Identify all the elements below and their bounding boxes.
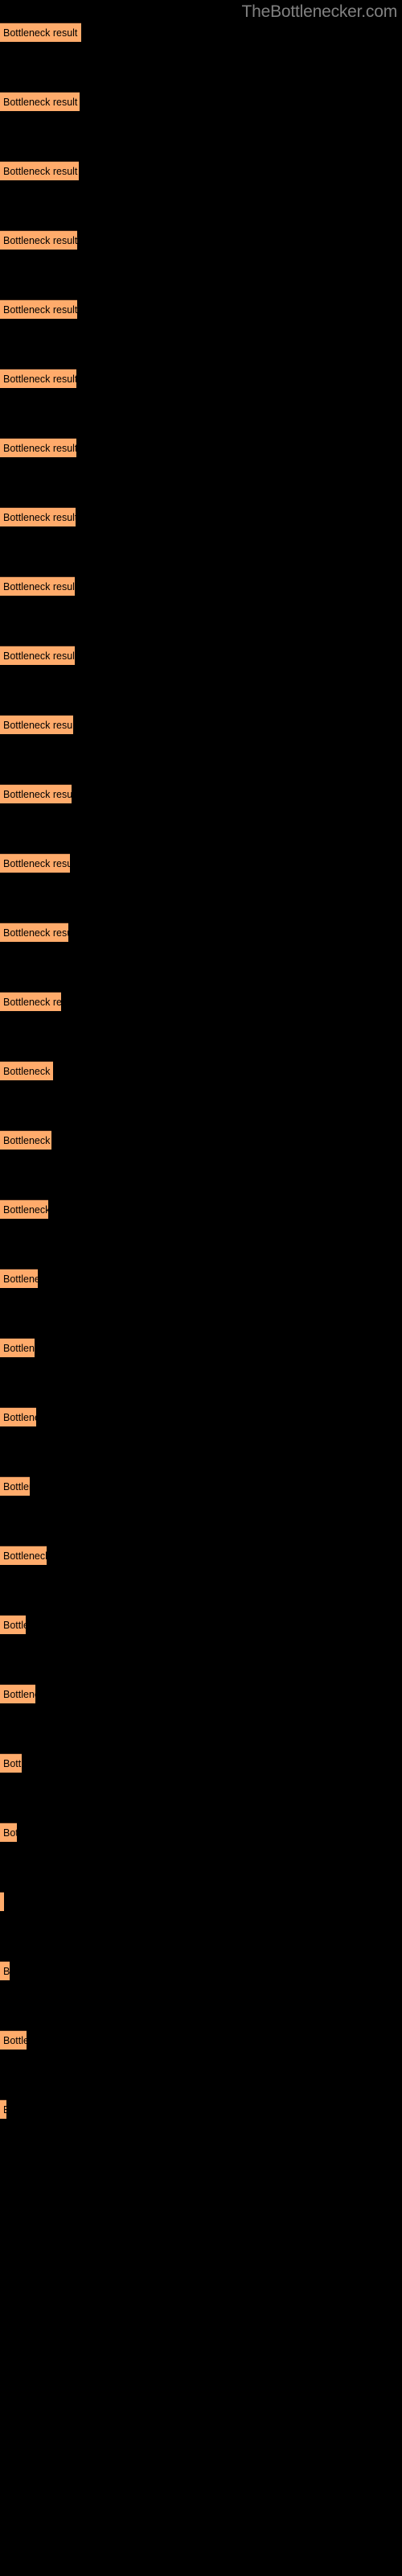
bar-segment[interactable]: Bottleneck result — [0, 1892, 4, 1911]
bar-row: Bottleneck result — [0, 715, 402, 734]
bar-row: Bottleneck result — [0, 1615, 402, 1634]
bar-segment[interactable]: Bottleneck result — [0, 1130, 51, 1150]
bar-segment[interactable]: Bottleneck result — [0, 161, 79, 180]
bar-label: Bottleneck result — [3, 1827, 17, 1839]
bar-segment[interactable]: Bottleneck result — [0, 1823, 17, 1842]
bar-segment[interactable]: Bottleneck result — [0, 784, 72, 803]
bar-row: Bottleneck result — [0, 507, 402, 526]
bar-row: Bottleneck result — [0, 1199, 402, 1219]
bar-label: Bottleneck result — [3, 2100, 6, 2119]
bar-row: Bottleneck result — [0, 299, 402, 319]
bar-row: Bottleneck result — [0, 576, 402, 596]
bar-segment[interactable]: Bottleneck result — [0, 853, 70, 873]
bar-segment[interactable]: Bottleneck result — [0, 1615, 26, 1634]
bar-segment[interactable]: Bottleneck result — [0, 230, 77, 250]
bar-row: Bottleneck result — [0, 1892, 402, 1911]
bar-row: Bottleneck result — [0, 1961, 402, 1980]
bar-row: Bottleneck result — [0, 1684, 402, 1703]
bar-label: Bottleneck result — [3, 27, 78, 39]
bar-row: Bottleneck result — [0, 92, 402, 111]
bar-label: Bottleneck result — [3, 650, 75, 662]
bar-segment[interactable]: Bottleneck result — [0, 1684, 35, 1703]
bar-segment[interactable]: Bottleneck result — [0, 2099, 6, 2119]
bar-row: Bottleneck result — [0, 923, 402, 942]
bar-label: Bottleneck result — [3, 1135, 51, 1146]
bar-label: Bottleneck result — [3, 1412, 36, 1423]
bar-segment[interactable]: Bottleneck result — [0, 1269, 38, 1288]
bar-row: Bottleneck result — [0, 1407, 402, 1426]
bar-label: Bottleneck result — [3, 1966, 10, 1977]
bar-segment[interactable]: Bottleneck result — [0, 1407, 36, 1426]
bar-segment[interactable]: Bottleneck result — [0, 992, 61, 1011]
bar-segment[interactable]: Bottleneck result — [0, 438, 76, 457]
bar-row: Bottleneck result — [0, 23, 402, 42]
bar-segment[interactable]: Bottleneck result — [0, 1753, 22, 1773]
bar-row: Bottleneck result — [0, 1338, 402, 1357]
bar-row: Bottleneck result — [0, 2099, 402, 2119]
chart-plot-area: Bottleneck result Bottleneck result Bottle… — [0, 0, 402, 2576]
bar-row: Bottleneck result — [0, 1130, 402, 1150]
bar-label: Bottleneck result — [3, 927, 68, 939]
bar-label: Bottleneck result — [3, 374, 76, 385]
bar-segment[interactable]: Bottleneck result — [0, 1338, 35, 1357]
bar-segment[interactable]: Bottleneck result — [0, 715, 73, 734]
bar-label: Bottleneck result — [3, 1204, 48, 1216]
bottleneck-chart: TheBottlenecker.com Bottleneck result Bot… — [0, 0, 402, 2576]
bar-row: Bottleneck result — [0, 1753, 402, 1773]
bar-row: Bottleneck result — [0, 1823, 402, 1842]
bar-segment[interactable]: Bottleneck result — [0, 1546, 47, 1565]
bar-row: Bottleneck result — [0, 161, 402, 180]
bar-label: Bottleneck result — [3, 1066, 53, 1077]
bar-label: Bottleneck result — [3, 1343, 35, 1354]
bar-segment[interactable]: Bottleneck result — [0, 92, 80, 111]
bar-label: Bottleneck result — [3, 1758, 22, 1769]
bar-segment[interactable]: Bottleneck result — [0, 576, 75, 596]
bar-label: Bottleneck result — [3, 1481, 30, 1492]
bar-segment[interactable]: Bottleneck result — [0, 646, 75, 665]
bar-segment[interactable]: Bottleneck result — [0, 299, 77, 319]
bar-label: Bottleneck result — [3, 858, 70, 869]
bar-row: Bottleneck result — [0, 230, 402, 250]
bar-label: Bottleneck result — [3, 443, 76, 454]
bar-row: Bottleneck result — [0, 646, 402, 665]
bar-row: Bottleneck result — [0, 1061, 402, 1080]
bar-label: Bottleneck result — [3, 2035, 27, 2046]
bar-segment[interactable]: Bottleneck result — [0, 1061, 53, 1080]
bar-segment[interactable]: Bottleneck result — [0, 923, 68, 942]
bar-row: Bottleneck result — [0, 784, 402, 803]
bar-label: Bottleneck result — [3, 720, 73, 731]
bar-label: Bottleneck result — [3, 235, 77, 246]
bar-label: Bottleneck result — [3, 1689, 35, 1700]
bar-segment[interactable]: Bottleneck result — [0, 507, 76, 526]
bar-label: Bottleneck result — [3, 304, 77, 316]
bar-row: Bottleneck result — [0, 438, 402, 457]
bar-label: Bottleneck result — [3, 1893, 4, 1911]
bar-segment[interactable]: Bottleneck result — [0, 369, 76, 388]
bar-label: Bottleneck result — [3, 97, 78, 108]
bar-row: Bottleneck result — [0, 1546, 402, 1565]
bar-label: Bottleneck result — [3, 789, 72, 800]
bar-segment[interactable]: Bottleneck result — [0, 23, 81, 42]
bar-segment[interactable]: Bottleneck result — [0, 2030, 27, 2050]
bar-segment[interactable]: Bottleneck result — [0, 1961, 10, 1980]
bar-label: Bottleneck result — [3, 166, 78, 177]
bar-row: Bottleneck result — [0, 853, 402, 873]
bar-label: Bottleneck result — [3, 512, 76, 523]
bar-label: Bottleneck result — [3, 1620, 26, 1631]
bar-segment[interactable]: Bottleneck result — [0, 1199, 48, 1219]
bar-label: Bottleneck result — [3, 1274, 38, 1285]
bar-row: Bottleneck result — [0, 2030, 402, 2050]
bar-label: Bottleneck result — [3, 997, 61, 1008]
bar-segment[interactable]: Bottleneck result — [0, 1476, 30, 1496]
bar-row: Bottleneck result — [0, 1476, 402, 1496]
bar-row: Bottleneck result — [0, 992, 402, 1011]
bar-row: Bottleneck result — [0, 1269, 402, 1288]
bar-row: Bottleneck result — [0, 369, 402, 388]
bar-label: Bottleneck result — [3, 581, 75, 592]
bar-label: Bottleneck result — [3, 1550, 47, 1562]
